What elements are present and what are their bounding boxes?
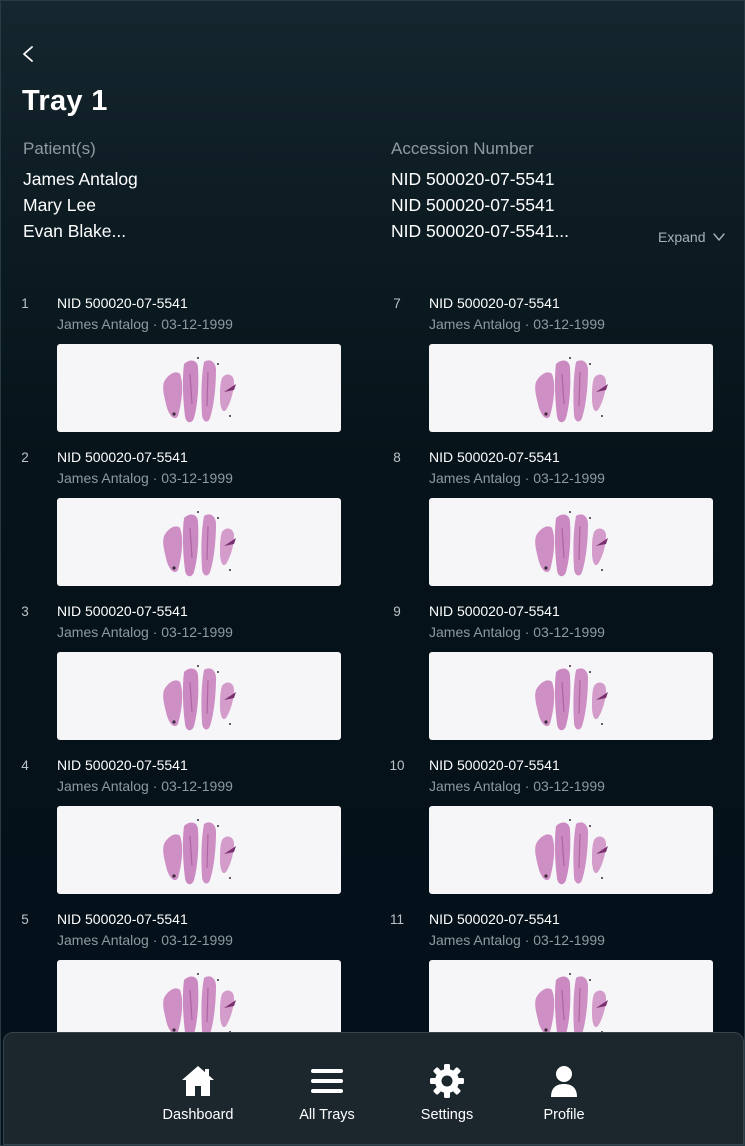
expand-button[interactable]: Expand <box>658 229 726 245</box>
slide-item[interactable]: 9 NID 500020-07-5541 James Antalog · 03-… <box>383 602 713 742</box>
tissue-sample-image <box>163 665 236 731</box>
tray-detail-screen: Tray 1 Patient(s) James Antalog Mary Lee… <box>0 0 745 1146</box>
patients-label: Patient(s) <box>23 139 96 158</box>
slide-accession: NID 500020-07-5541 <box>429 603 560 619</box>
page-title: Tray 1 <box>22 85 108 117</box>
accession-number: NID 500020-07-5541 <box>391 169 555 189</box>
slide-thumbnail[interactable] <box>57 652 341 740</box>
tissue-sample-image <box>163 511 236 577</box>
slide-index: 4 <box>21 758 29 773</box>
slide-index: 11 <box>389 912 404 927</box>
slide-index: 9 <box>393 604 401 619</box>
nav-profile[interactable]: Profile <box>514 1063 614 1123</box>
patient-name: Mary Lee <box>23 195 96 215</box>
nav-settings-label: Settings <box>420 1107 474 1123</box>
slide-patient-meta: James Antalog · 03-12-1999 <box>57 624 233 640</box>
slide-item[interactable]: 8 NID 500020-07-5541 James Antalog · 03-… <box>383 448 713 588</box>
slide-patient-meta: James Antalog · 03-12-1999 <box>429 470 605 486</box>
patient-name: Evan Blake... <box>23 221 127 241</box>
slide-thumbnail[interactable] <box>429 344 713 432</box>
slide-item[interactable]: 5 NID 500020-07-5541 James Antalog · 03-… <box>11 910 341 1050</box>
slide-item[interactable]: 4 NID 500020-07-5541 James Antalog · 03-… <box>11 756 341 896</box>
slide-item[interactable]: 1 NID 500020-07-5541 James Antalog · 03-… <box>11 294 341 434</box>
nav-dashboard[interactable]: Dashboard <box>148 1063 248 1123</box>
slide-patient-meta: James Antalog · 03-12-1999 <box>57 470 233 486</box>
back-button[interactable] <box>17 41 41 67</box>
nav-profile-label: Profile <box>543 1107 585 1123</box>
accession-number: NID 500020-07-5541 <box>391 195 555 215</box>
slide-index: 1 <box>21 296 29 311</box>
slide-accession: NID 500020-07-5541 <box>429 911 560 927</box>
slide-patient-meta: James Antalog · 03-12-1999 <box>429 778 605 794</box>
nav-all-trays-label: All Trays <box>299 1107 355 1123</box>
slide-accession: NID 500020-07-5541 <box>429 757 560 773</box>
slide-thumbnail[interactable] <box>429 498 713 586</box>
user-icon <box>551 1066 577 1097</box>
slide-accession: NID 500020-07-5541 <box>57 295 188 311</box>
accession-list: NID 500020-07-5541 NID 500020-07-5541 NI… <box>391 166 569 244</box>
slide-item[interactable]: 11 NID 500020-07-5541 James Antalog · 03… <box>383 910 713 1050</box>
slide-thumbnail[interactable] <box>429 806 713 894</box>
slide-accession: NID 500020-07-5541 <box>57 603 188 619</box>
accession-label: Accession Number <box>391 139 534 158</box>
tissue-sample-image <box>535 665 608 731</box>
patients-section: Patient(s) James Antalog Mary Lee Evan B… <box>23 138 138 244</box>
slide-thumbnail[interactable] <box>57 498 341 586</box>
slide-index: 3 <box>21 604 29 619</box>
slide-accession: NID 500020-07-5541 <box>429 295 560 311</box>
tissue-sample-image <box>163 819 236 885</box>
tissue-sample-image <box>535 357 608 423</box>
slide-thumbnail[interactable] <box>57 806 341 894</box>
slide-accession: NID 500020-07-5541 <box>57 911 188 927</box>
tissue-sample-image <box>535 511 608 577</box>
home-icon <box>182 1066 214 1096</box>
slide-patient-meta: James Antalog · 03-12-1999 <box>429 316 605 332</box>
slide-thumbnail[interactable] <box>57 344 341 432</box>
slide-patient-meta: James Antalog · 03-12-1999 <box>429 932 605 948</box>
accession-section: Accession Number NID 500020-07-5541 NID … <box>391 138 569 244</box>
slide-accession: NID 500020-07-5541 <box>429 449 560 465</box>
slide-accession: NID 500020-07-5541 <box>57 757 188 773</box>
slide-item[interactable]: 10 NID 500020-07-5541 James Antalog · 03… <box>383 756 713 896</box>
accession-number: NID 500020-07-5541... <box>391 221 570 241</box>
slide-index: 10 <box>389 758 405 773</box>
slide-index: 5 <box>21 912 29 927</box>
slide-index: 8 <box>393 450 401 465</box>
slide-thumbnail[interactable] <box>429 652 713 740</box>
chevron-down-icon <box>713 233 726 241</box>
slide-patient-meta: James Antalog · 03-12-1999 <box>57 932 233 948</box>
slide-item[interactable]: 7 NID 500020-07-5541 James Antalog · 03-… <box>383 294 713 434</box>
slide-item[interactable]: 3 NID 500020-07-5541 James Antalog · 03-… <box>11 602 341 742</box>
slide-patient-meta: James Antalog · 03-12-1999 <box>57 778 233 794</box>
tissue-sample-image <box>163 357 236 423</box>
nav-settings[interactable]: Settings <box>397 1063 497 1123</box>
menu-icon <box>311 1069 343 1093</box>
slide-accession: NID 500020-07-5541 <box>57 449 188 465</box>
bottom-nav: Dashboard All Trays Settings Profile <box>3 1032 744 1145</box>
slide-patient-meta: James Antalog · 03-12-1999 <box>429 624 605 640</box>
chevron-left-icon <box>23 46 33 62</box>
gear-icon <box>430 1064 464 1098</box>
slide-patient-meta: James Antalog · 03-12-1999 <box>57 316 233 332</box>
slide-index: 7 <box>393 296 401 311</box>
tissue-sample-image <box>535 819 608 885</box>
patient-name: James Antalog <box>23 169 138 189</box>
patients-list: James Antalog Mary Lee Evan Blake... <box>23 166 138 244</box>
slide-index: 2 <box>21 450 29 465</box>
slide-item[interactable]: 2 NID 500020-07-5541 James Antalog · 03-… <box>11 448 341 588</box>
expand-label: Expand <box>658 229 706 245</box>
nav-all-trays[interactable]: All Trays <box>277 1063 377 1123</box>
nav-dashboard-label: Dashboard <box>162 1107 234 1123</box>
